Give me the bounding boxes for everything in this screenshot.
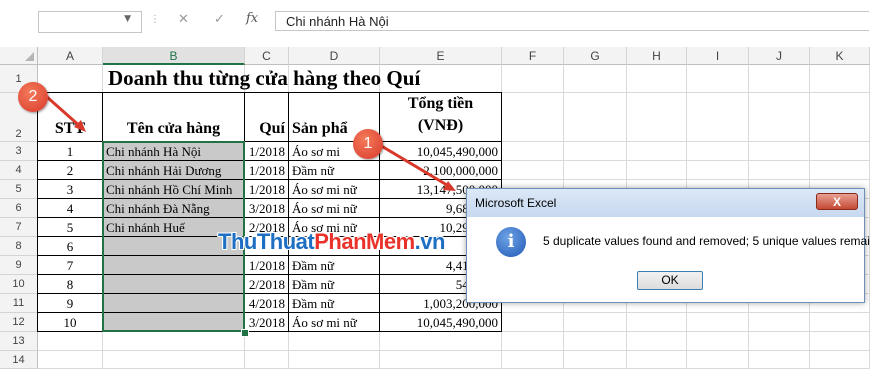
callout-arrow-2 [46,95,83,130]
callout-arrow-1 [377,142,453,190]
callout-arrows [46,95,456,191]
callout-badge-2: 2 [18,82,48,112]
callout-badge-1: 1 [353,129,383,159]
